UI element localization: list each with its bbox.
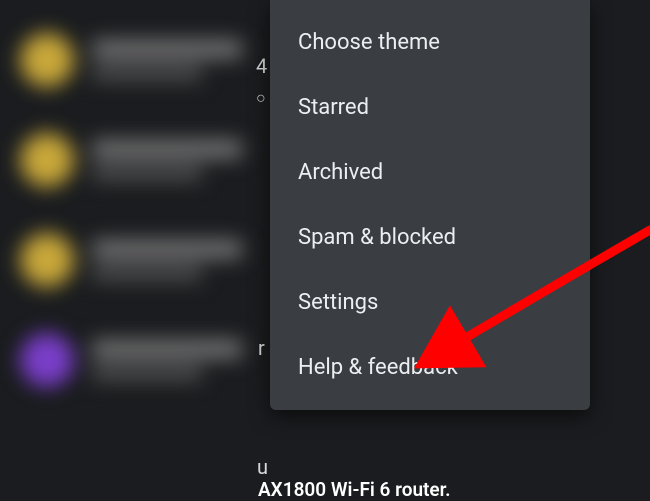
menu-item-starred[interactable]: Starred [270,75,590,140]
menu-item-label: Choose theme [298,30,440,55]
menu-item-choose-theme[interactable]: Choose theme [270,10,590,75]
overflow-menu: Choose theme Starred Archived Spam & blo… [270,0,590,410]
avatar [20,233,74,287]
menu-item-label: Help & feedback [298,355,458,380]
menu-item-label: Archived [298,160,383,185]
avatar [20,33,74,87]
menu-item-label: Spam & blocked [298,225,456,250]
menu-item-archived[interactable]: Archived [270,140,590,205]
avatar [20,133,74,187]
menu-item-settings[interactable]: Settings [270,270,590,335]
avatar [20,333,74,387]
menu-item-spam-blocked[interactable]: Spam & blocked [270,205,590,270]
menu-item-label: Starred [298,95,369,120]
menu-item-label: Settings [298,290,378,315]
menu-item-help-feedback[interactable]: Help & feedback [270,335,590,400]
